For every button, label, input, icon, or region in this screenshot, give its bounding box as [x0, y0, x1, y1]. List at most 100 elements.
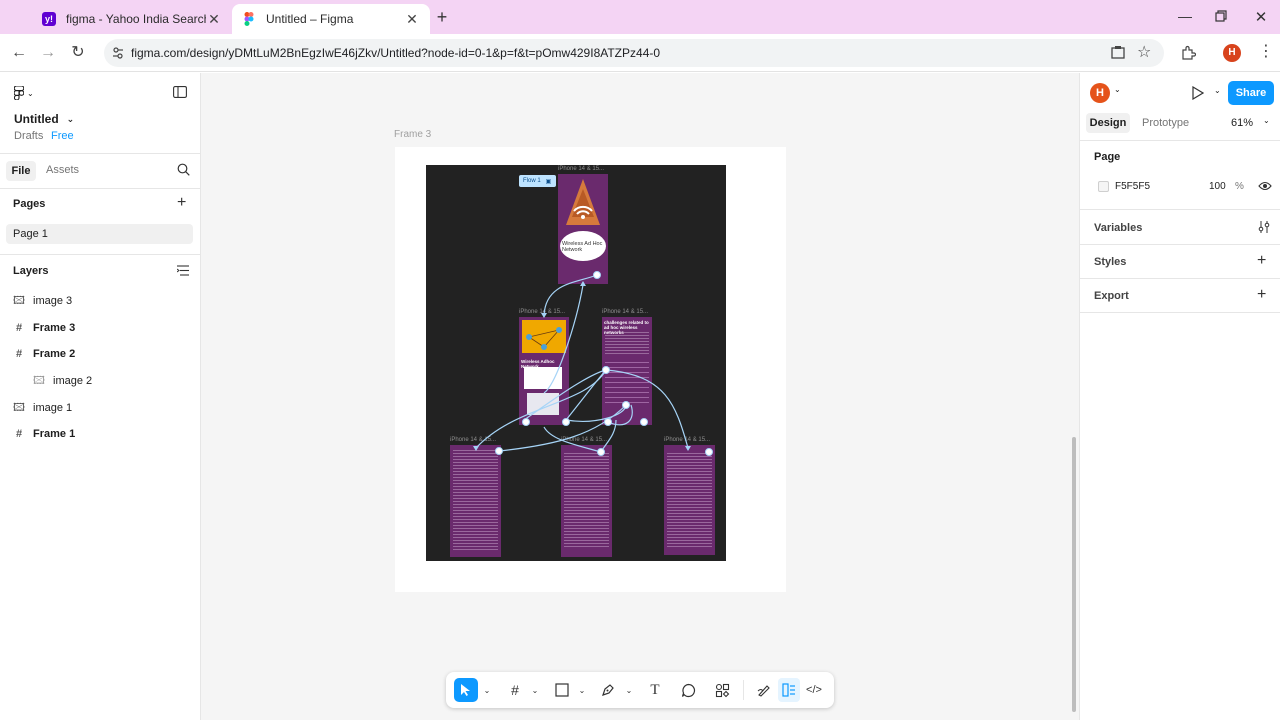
minimize-window-icon[interactable]: —: [1176, 8, 1194, 26]
layer-label: Frame 3: [33, 322, 76, 334]
close-window-icon[interactable]: ✕: [1253, 8, 1269, 26]
percent-sign: %: [1235, 181, 1244, 192]
comment-tool-icon[interactable]: [677, 678, 699, 702]
browser-toolbar: ← → ↻ figma.com/design/yDMtLuM2BnEgzIwE4…: [0, 34, 1280, 72]
figma-favicon-icon: [242, 12, 256, 26]
divider: [1080, 209, 1280, 210]
search-icon[interactable]: [177, 163, 190, 176]
chevron-down-icon[interactable]: ⌄: [1214, 86, 1221, 95]
add-page-icon[interactable]: +: [177, 195, 186, 211]
cast-icon[interactable]: [1110, 45, 1126, 61]
chevron-down-icon[interactable]: ⌄: [482, 678, 492, 702]
layers-heading: Layers: [13, 265, 49, 277]
chevron-down-icon: ⌄: [66, 113, 75, 124]
address-bar[interactable]: figma.com/design/yDMtLuM2BnEgzIwE46jZkv/…: [104, 39, 1164, 67]
divider: [0, 153, 200, 154]
image-icon: 🖾: [13, 294, 25, 307]
share-button[interactable]: Share: [1228, 81, 1274, 105]
layer-label: Frame 1: [33, 428, 76, 440]
layer-label: image 3: [33, 295, 73, 307]
image-icon: 🖾: [13, 401, 25, 414]
extensions-icon[interactable]: [1180, 45, 1197, 61]
page-item[interactable]: Page 1: [6, 224, 193, 244]
forward-icon[interactable]: →: [37, 42, 59, 64]
frame-tool-icon[interactable]: #: [504, 678, 526, 702]
browser-tab-bar: y! figma - Yahoo India Search Res ✕ Unti…: [0, 0, 1280, 34]
styles-heading[interactable]: Styles: [1094, 256, 1126, 268]
export-heading[interactable]: Export: [1094, 290, 1129, 302]
present-icon[interactable]: [1192, 85, 1205, 101]
layer-label: image 2: [53, 375, 93, 387]
tab-design[interactable]: Design: [1086, 113, 1130, 133]
browser-tab-figma[interactable]: Untitled – Figma ✕: [232, 4, 430, 34]
dev-mode-icon[interactable]: </>: [803, 678, 825, 702]
move-tool-button[interactable]: [454, 678, 478, 702]
main-menu-button[interactable]: ⌄: [14, 85, 38, 101]
layer-row-image-2[interactable]: 🖾 image 2: [33, 371, 92, 391]
chevron-down-icon[interactable]: ⌄: [530, 678, 540, 702]
chevron-down-icon[interactable]: ⌄: [1263, 116, 1270, 125]
frame-icon: #: [15, 322, 23, 334]
divider: [1080, 244, 1280, 245]
chevron-down-icon[interactable]: ⌄: [1114, 85, 1121, 94]
file-title[interactable]: Untitled ⌄: [14, 112, 74, 126]
frame-icon: #: [15, 348, 23, 360]
draw-mode-icon[interactable]: [753, 678, 775, 702]
divider: [0, 188, 200, 189]
figma-logo-icon: [14, 86, 24, 100]
frame-label[interactable]: Frame 3: [394, 129, 431, 140]
browser-menu-icon[interactable]: ⋮: [1258, 43, 1274, 61]
tab-file[interactable]: File: [6, 161, 36, 181]
site-settings-icon[interactable]: [112, 46, 124, 60]
page-color-swatch[interactable]: [1098, 181, 1109, 192]
properties-panel: H ⌄ ⌄ Share Design Prototype 61% ⌄ Page …: [1079, 73, 1280, 720]
new-tab-icon[interactable]: +: [433, 8, 451, 26]
zoom-level[interactable]: 61%: [1231, 117, 1253, 129]
browser-tab-yahoo[interactable]: y! figma - Yahoo India Search Res ✕: [32, 4, 232, 34]
yahoo-favicon-icon: y!: [42, 12, 56, 26]
actions-icon[interactable]: [711, 678, 733, 702]
chevron-down-icon[interactable]: ⌄: [577, 678, 587, 702]
divider: [1080, 278, 1280, 279]
rectangle-tool-icon[interactable]: [551, 678, 573, 702]
visibility-eye-icon[interactable]: [1258, 180, 1272, 192]
canvas-scrollbar[interactable]: [1072, 437, 1076, 712]
divider: [743, 680, 744, 700]
layer-row-frame-3[interactable]: # Frame 3: [13, 318, 75, 338]
project-location[interactable]: Drafts: [14, 130, 43, 142]
restore-window-icon[interactable]: [1214, 9, 1228, 23]
layer-row-frame-2[interactable]: # Frame 2: [13, 344, 75, 364]
pen-tool-icon[interactable]: [597, 678, 619, 702]
user-avatar[interactable]: H: [1090, 83, 1110, 103]
tab-assets[interactable]: Assets: [46, 164, 79, 176]
close-tab-icon[interactable]: ✕: [404, 11, 420, 28]
layer-label: Frame 2: [33, 348, 76, 360]
cursor-icon: [461, 684, 470, 696]
close-tab-icon[interactable]: ✕: [206, 11, 222, 28]
image-icon: 🖾: [33, 374, 45, 387]
add-style-icon[interactable]: +: [1257, 252, 1266, 270]
page-opacity-value[interactable]: 100: [1209, 181, 1226, 192]
page-color-value[interactable]: F5F5F5: [1115, 181, 1150, 192]
tab-prototype[interactable]: Prototype: [1142, 117, 1189, 129]
design-mode-icon[interactable]: [778, 678, 800, 702]
chevron-down-icon: ⌄: [27, 88, 34, 98]
reload-icon[interactable]: ↻: [67, 42, 89, 64]
toggle-sidebar-icon[interactable]: [173, 86, 187, 98]
layer-row-image-1[interactable]: 🖾 image 1: [13, 398, 72, 418]
pages-heading: Pages: [13, 198, 46, 210]
layer-row-frame-1[interactable]: # Frame 1: [13, 424, 75, 444]
file-title-text: Untitled: [14, 112, 59, 126]
plan-badge[interactable]: Free: [51, 130, 74, 142]
left-sidebar: ⌄ Untitled ⌄ Drafts Free File Assets Pag…: [0, 73, 201, 720]
profile-avatar[interactable]: H: [1223, 44, 1241, 62]
chevron-down-icon[interactable]: ⌄: [624, 678, 634, 702]
add-export-icon[interactable]: +: [1257, 286, 1266, 304]
bookmark-star-icon[interactable]: ☆: [1137, 42, 1155, 61]
collapse-layers-icon[interactable]: [176, 265, 189, 276]
variables-settings-icon[interactable]: [1258, 221, 1270, 233]
layer-row-image-3[interactable]: 🖾 image 3: [13, 291, 72, 311]
back-icon[interactable]: ←: [8, 42, 30, 64]
text-tool-icon[interactable]: T: [644, 678, 666, 702]
variables-heading[interactable]: Variables: [1094, 222, 1142, 234]
